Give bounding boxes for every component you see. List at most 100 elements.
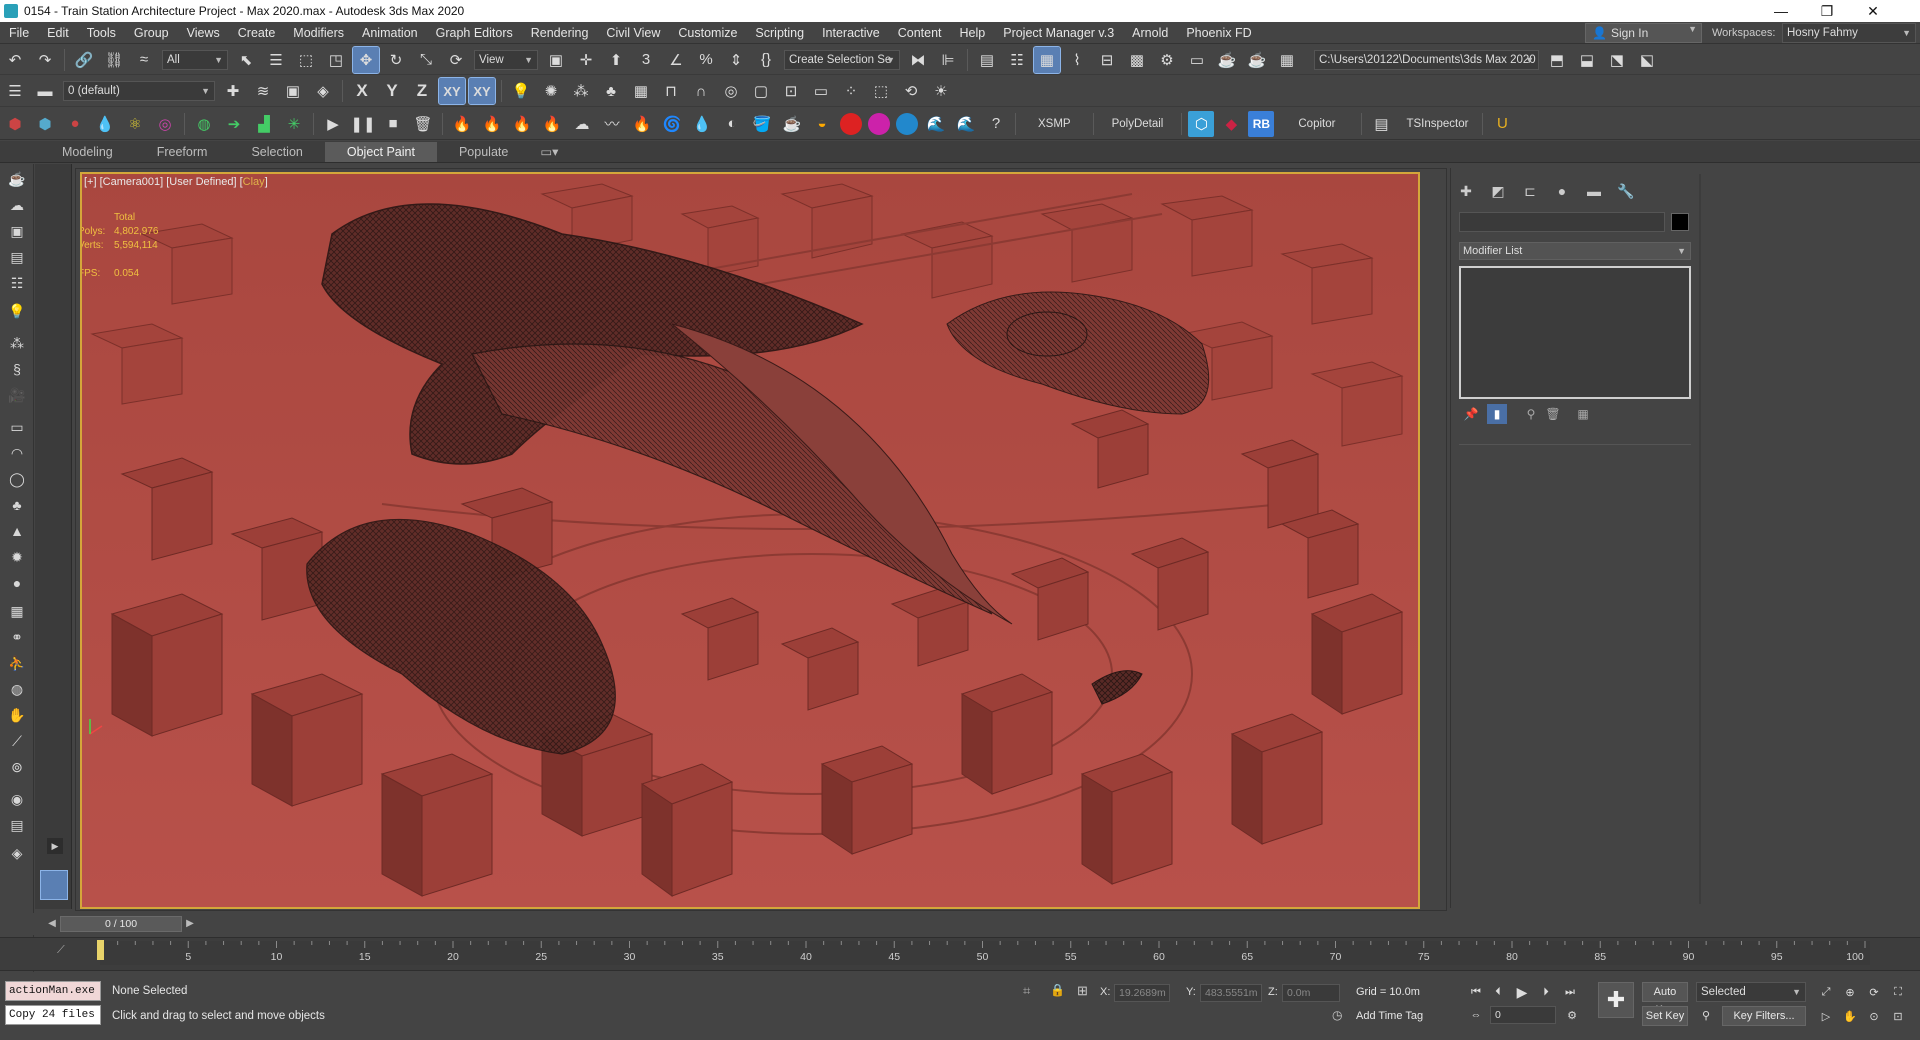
go-to-start-icon[interactable]: ⏮ <box>1466 982 1486 1002</box>
vortex-icon[interactable]: 🌀 <box>659 111 685 137</box>
particles-icon[interactable]: ⁂ <box>5 332 29 354</box>
curve-editor-icon[interactable]: ⌇ <box>1064 47 1090 73</box>
liquid-icon[interactable]: 💧 <box>689 111 715 137</box>
layer-select[interactable]: 0 (default) ▼ <box>63 81 215 101</box>
menu-modifiers[interactable]: Modifiers <box>284 26 353 40</box>
wand-icon[interactable]: ⟋ <box>5 730 29 752</box>
percent-snap-icon[interactable]: % <box>693 47 719 73</box>
menu-rendering[interactable]: Rendering <box>522 26 598 40</box>
maxscript-output[interactable]: Copy 24 files <box>5 1005 101 1025</box>
cylinder-icon[interactable]: ⊚ <box>5 756 29 778</box>
render-grid-icon[interactable]: ▦ <box>1274 47 1300 73</box>
tab-freeform[interactable]: Freeform <box>135 142 230 162</box>
link-icon[interactable]: 🔗 <box>71 47 97 73</box>
fire-emitter-icon[interactable]: 🔥 <box>509 111 535 137</box>
red-sphere-icon[interactable] <box>840 112 862 135</box>
remove-modifier-icon[interactable]: 🗑 <box>1543 404 1563 424</box>
material-editor-icon[interactable]: ▩ <box>1124 47 1150 73</box>
key-filter-icon[interactable]: ⚲ <box>1696 1005 1716 1025</box>
toggle-maximize-icon[interactable]: ⊡ <box>1888 1006 1908 1026</box>
help-icon[interactable]: ? <box>983 111 1009 137</box>
cube-tool-icon[interactable]: ⬡ <box>1188 110 1215 137</box>
maximize-viewport-icon[interactable]: ⛶ <box>1888 982 1908 1002</box>
object-name-field[interactable] <box>1459 212 1665 232</box>
render-iterative-icon[interactable]: ☕ <box>1244 47 1270 73</box>
rectangle-icon[interactable]: ▭ <box>5 416 29 438</box>
u-plugin-icon[interactable]: U <box>1489 111 1515 137</box>
play-sim-icon[interactable]: ▶ <box>320 111 346 137</box>
lock-selection-icon[interactable]: 🔒 <box>1050 983 1065 997</box>
bridge-icon[interactable]: ⊓ <box>658 78 684 104</box>
menu-tools[interactable]: Tools <box>78 26 125 40</box>
bulb-icon[interactable]: 💡 <box>5 300 29 322</box>
tab-populate[interactable]: Populate <box>437 142 530 162</box>
torus-icon[interactable]: ◎ <box>718 78 744 104</box>
xsmp-button[interactable]: XSMP <box>1020 118 1089 130</box>
menu-create[interactable]: Create <box>229 26 285 40</box>
add-to-layer-icon[interactable]: ✚ <box>220 78 246 104</box>
menu-interactive[interactable]: Interactive <box>813 26 889 40</box>
y-coord-field[interactable]: 483.5551m <box>1200 984 1262 1002</box>
menu-customize[interactable]: Customize <box>669 26 746 40</box>
play-icon[interactable]: ▶ <box>1512 982 1532 1002</box>
cloud-icon[interactable]: ☁ <box>5 194 29 216</box>
dome-icon[interactable]: ◠ <box>5 442 29 464</box>
select-scale-icon[interactable]: ⤡ <box>413 47 439 73</box>
key-mode-toggle-icon[interactable]: ⇔ <box>1466 1005 1486 1025</box>
set-key-button[interactable]: Set Key <box>1642 1006 1688 1026</box>
smoke-icon[interactable]: ☁ <box>569 111 595 137</box>
next-key-icon[interactable]: ⏵ <box>1536 982 1556 1002</box>
menu-graph-editors[interactable]: Graph Editors <box>427 26 522 40</box>
rect-selection-icon[interactable]: ⬚ <box>293 47 319 73</box>
burst-green-icon[interactable]: ✳ <box>281 111 307 137</box>
cup-icon[interactable]: ☕ <box>779 111 805 137</box>
sun-icon[interactable]: ✹ <box>5 546 29 568</box>
teapot-icon[interactable]: ☕ <box>5 168 29 190</box>
key-mode-select[interactable]: Selected ▼ <box>1696 982 1806 1002</box>
viewport-layout-tab[interactable] <box>40 870 68 900</box>
camera-viewport[interactable]: Total Polys: 4,802,976 Verts: 5,594,114 … <box>80 172 1420 909</box>
rendered-frame-icon[interactable]: ▭ <box>1184 47 1210 73</box>
menu-file[interactable]: File <box>0 26 38 40</box>
tab-object-paint[interactable]: Object Paint <box>324 141 437 162</box>
go-to-end-icon[interactable]: ⏭ <box>1560 982 1580 1002</box>
layer-toggle-icon[interactable]: ▬ <box>32 78 58 104</box>
monitor-icon[interactable]: ▢ <box>748 78 774 104</box>
project-open-icon[interactable]: ⬒ <box>1544 47 1570 73</box>
camera-icon[interactable]: 🎥 <box>5 384 29 406</box>
project-folder-icon[interactable]: ⬓ <box>1574 47 1600 73</box>
workspace-select[interactable]: Hosny Fahmy ▼ <box>1782 23 1916 43</box>
render-fire-icon[interactable]: ◒ <box>809 111 835 137</box>
scene-explorer-icon[interactable]: ▤ <box>974 47 1000 73</box>
project-save-icon[interactable]: ⬔ <box>1604 47 1630 73</box>
ribbon-options-icon[interactable]: ▭▾ <box>530 142 568 162</box>
trash-icon[interactable]: 🗑 <box>410 111 436 137</box>
menu-help[interactable]: Help <box>951 26 995 40</box>
stop-sim-icon[interactable]: ■ <box>380 111 406 137</box>
reference-coordinate-select[interactable]: View ▼ <box>474 49 538 70</box>
sphere-icon[interactable]: ◯ <box>5 468 29 490</box>
time-slider-thumb[interactable]: 0 / 100 <box>60 916 182 932</box>
zoom-all-icon[interactable]: ⊕ <box>1840 982 1860 1002</box>
render-frame-icon[interactable]: ▣ <box>5 220 29 242</box>
polydetail-button[interactable]: PolyDetail <box>1098 118 1178 130</box>
bulb-icon[interactable]: ☀ <box>928 78 954 104</box>
keyboard-shortcut-icon[interactable]: ⬆ <box>603 47 629 73</box>
menu-phoenix-fd[interactable]: Phoenix FD <box>1177 26 1260 40</box>
pan-icon[interactable]: ✋ <box>1840 1006 1860 1026</box>
unlink-icon[interactable]: ⛓ <box>101 47 127 73</box>
globe-icon[interactable]: ◍ <box>5 678 29 700</box>
block-green-icon[interactable]: ▟ <box>251 111 277 137</box>
sphere-red-icon[interactable]: ● <box>62 111 88 137</box>
mirror-icon[interactable]: ⧓ <box>905 47 931 73</box>
make-unique-icon[interactable]: ⚲ <box>1521 404 1541 424</box>
pause-sim-icon[interactable]: ❚❚ <box>350 111 376 137</box>
modify-tab-icon[interactable]: ◩ <box>1485 180 1511 202</box>
previous-key-icon[interactable]: ⏴ <box>1488 982 1508 1002</box>
menu-views[interactable]: Views <box>178 26 229 40</box>
menu-scripting[interactable]: Scripting <box>746 26 813 40</box>
fire-icon[interactable]: 🔥 <box>449 111 475 137</box>
screen-icon[interactable]: ▭ <box>808 78 834 104</box>
add-time-tag[interactable]: Add Time Tag <box>1356 1010 1423 1022</box>
menu-civil-view[interactable]: Civil View <box>597 26 669 40</box>
